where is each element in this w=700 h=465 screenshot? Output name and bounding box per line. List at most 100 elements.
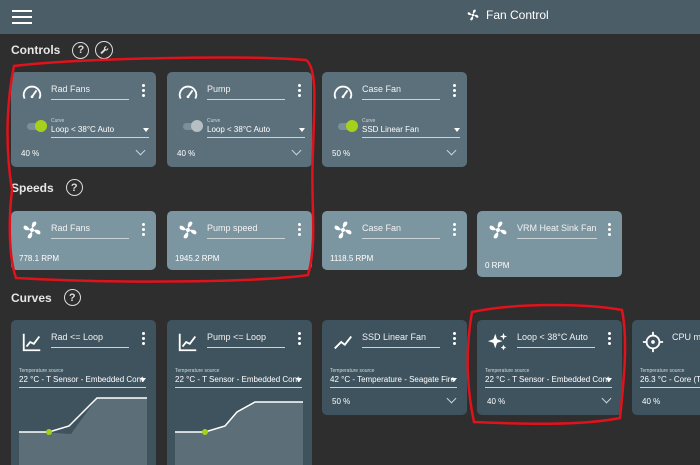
curve-percent: 40 % [642, 397, 661, 406]
chevron-down-icon[interactable] [446, 145, 457, 156]
more-vertical-icon[interactable] [142, 84, 146, 99]
chevron-down-icon[interactable] [135, 145, 146, 156]
chevron-down-icon[interactable] [601, 393, 612, 404]
control-name[interactable]: Rad Fans [51, 84, 129, 100]
line-chart-icon [22, 333, 41, 352]
caret-down-icon [299, 128, 305, 132]
curve-percent: 50 % [332, 397, 351, 406]
temperature-source-select[interactable]: 22 °C - T Sensor - Embedded Cont [19, 375, 146, 388]
control-card[interactable]: Case Fan Curve SSD Linear Fan 50 % [322, 72, 467, 167]
more-vertical-icon[interactable] [298, 223, 302, 238]
curve-graph[interactable] [19, 392, 147, 465]
temperature-source-value: 22 °C - T Sensor - Embedded Cont [485, 375, 610, 384]
temperature-source-select[interactable]: 22 °C - T Sensor - Embedded Cont [175, 375, 302, 388]
more-vertical-icon[interactable] [453, 223, 457, 238]
curves-section-header: Curves ? [11, 289, 81, 306]
curve-select[interactable]: Loop < 38°C Auto [51, 125, 149, 138]
fan-icon [334, 221, 352, 239]
more-vertical-icon[interactable] [142, 332, 146, 347]
caret-down-icon [143, 128, 149, 132]
curve-select-value: Loop < 38°C Auto [51, 125, 115, 134]
temperature-source-value: 26.3 °C - Core (Tc [640, 375, 700, 384]
speed-rpm: 1118.5 RPM [330, 254, 374, 263]
curves-title: Curves [11, 290, 52, 305]
control-name[interactable]: Case Fan [362, 84, 440, 100]
curve-select[interactable]: SSD Linear Fan [362, 125, 460, 138]
temperature-source-value: 42 °C - Temperature - Seagate Fire [330, 375, 455, 384]
more-vertical-icon[interactable] [453, 84, 457, 99]
curve-graph[interactable] [175, 392, 303, 465]
wrench-icon[interactable] [95, 41, 114, 59]
speed-card[interactable]: Pump speed 1945.2 RPM [167, 211, 312, 270]
crosshair-icon [642, 331, 664, 353]
speed-name[interactable]: Pump speed [207, 223, 285, 239]
speeds-title: Speeds [11, 180, 54, 195]
curve-select-value: SSD Linear Fan [362, 125, 419, 134]
curve-card[interactable]: CPU m Temperature source 26.3 °C - Core … [632, 320, 700, 415]
speeds-section-header: Speeds ? [11, 179, 83, 196]
curve-name[interactable]: SSD Linear Fan [362, 332, 440, 348]
curve-percent: 40 % [487, 397, 506, 406]
more-vertical-icon[interactable] [298, 84, 302, 99]
chevron-down-icon[interactable] [446, 393, 457, 404]
speed-card[interactable]: Case Fan 1118.5 RPM [322, 211, 467, 270]
temperature-source-label: Temperature source [175, 368, 220, 374]
speed-name[interactable]: Rad Fans [51, 223, 129, 239]
app-bar: Fan Control [0, 0, 700, 34]
gauge-icon [333, 85, 353, 100]
control-card[interactable]: Rad Fans Curve Loop < 38°C Auto 40 % [11, 72, 156, 167]
curve-name[interactable]: Loop < 38°C Auto [517, 332, 595, 348]
hamburger-menu-icon[interactable] [12, 10, 32, 24]
temperature-source-label: Temperature source [485, 368, 530, 374]
speed-name[interactable]: VRM Heat Sink Fan [517, 223, 597, 239]
temperature-source-label: Temperature source [19, 368, 64, 374]
help-icon[interactable]: ? [65, 179, 83, 196]
line-chart-icon [178, 333, 197, 352]
gauge-icon [22, 85, 42, 100]
more-vertical-icon[interactable] [142, 223, 146, 238]
curve-label: Curve [362, 118, 376, 124]
curve-name[interactable]: Rad <= Loop [51, 332, 129, 348]
temperature-source-value: 22 °C - T Sensor - Embedded Cont [175, 375, 300, 384]
help-icon[interactable]: ? [63, 289, 81, 306]
enable-toggle[interactable] [179, 120, 205, 132]
speed-rpm: 1945.2 RPM [175, 254, 220, 263]
chevron-down-icon[interactable] [291, 145, 302, 156]
more-vertical-icon[interactable] [608, 223, 612, 238]
more-vertical-icon[interactable] [453, 332, 457, 347]
curve-name[interactable]: Pump <= Loop [207, 332, 285, 348]
caret-down-icon [451, 378, 457, 382]
help-icon[interactable]: ? [72, 41, 90, 59]
speed-rpm: 0 RPM [485, 261, 510, 270]
speed-card[interactable]: VRM Heat Sink Fan 0 RPM [477, 211, 622, 277]
curve-card[interactable]: SSD Linear Fan Temperature source 42 °C … [322, 320, 467, 415]
caret-down-icon [140, 378, 146, 382]
temperature-source-select[interactable]: 22 °C - T Sensor - Embedded Cont [485, 375, 612, 388]
curve-card[interactable]: Rad <= Loop Temperature source 22 °C - T… [11, 320, 156, 465]
curve-card[interactable]: Loop < 38°C Auto Temperature source 22 °… [477, 320, 622, 415]
temperature-source-label: Temperature source [330, 368, 375, 374]
curve-select[interactable]: Loop < 38°C Auto [207, 125, 305, 138]
app-title-text: Fan Control [486, 8, 549, 22]
speed-name[interactable]: Case Fan [362, 223, 440, 239]
more-vertical-icon[interactable] [298, 332, 302, 347]
temperature-source-select[interactable]: 42 °C - Temperature - Seagate Fire [330, 375, 457, 388]
sparkle-icon [487, 332, 508, 351]
temperature-source-value: 22 °C - T Sensor - Embedded Cont [19, 375, 144, 384]
gauge-icon [178, 85, 198, 100]
fan-icon [179, 221, 197, 239]
more-vertical-icon[interactable] [608, 332, 612, 347]
control-card[interactable]: Pump Curve Loop < 38°C Auto 40 % [167, 72, 312, 167]
temperature-source-select[interactable]: 26.3 °C - Core (Tc [640, 375, 700, 388]
speed-card[interactable]: Rad Fans 778.1 RPM [11, 211, 156, 270]
enable-toggle[interactable] [334, 120, 360, 132]
curve-label: Curve [207, 118, 221, 124]
speed-rpm: 778.1 RPM [19, 254, 60, 263]
curve-name[interactable]: CPU m [672, 332, 700, 347]
curve-select-value: Loop < 38°C Auto [207, 125, 271, 134]
control-name[interactable]: Pump [207, 84, 285, 100]
enable-toggle[interactable] [23, 120, 49, 132]
curve-card[interactable]: Pump <= Loop Temperature source 22 °C - … [167, 320, 312, 465]
linear-trend-icon [334, 335, 352, 350]
caret-down-icon [296, 378, 302, 382]
